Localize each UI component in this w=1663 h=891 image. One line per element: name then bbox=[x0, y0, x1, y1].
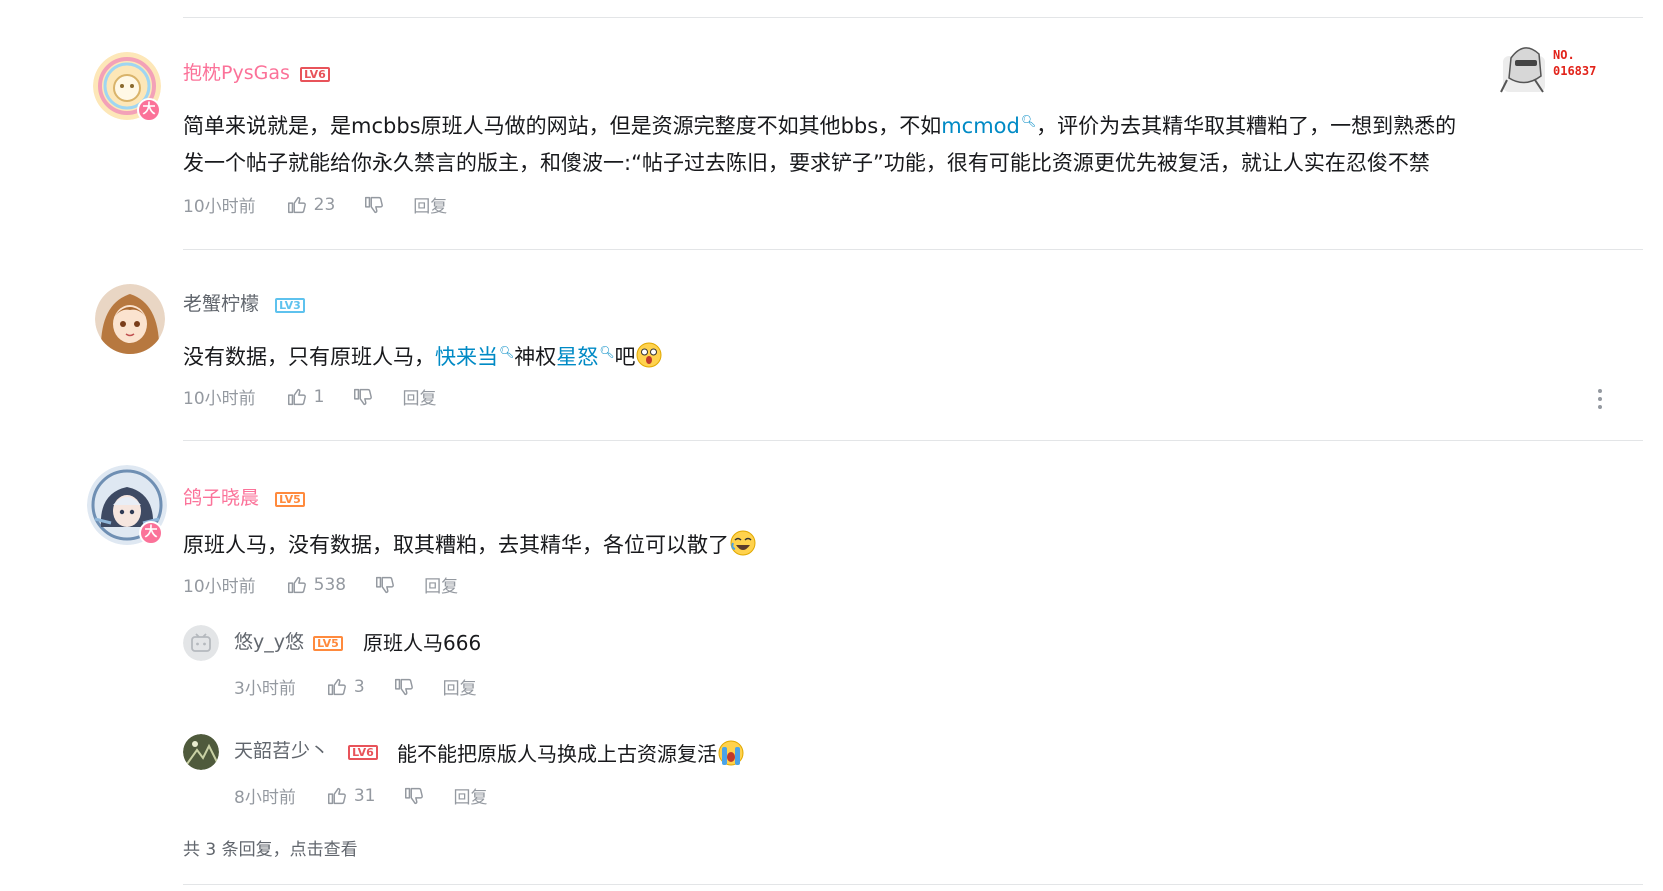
comment-text: 简单来说就是，是mcbbs原班人马做的网站，但是资源完整度不如其他bbs，不如m… bbox=[183, 103, 1628, 182]
like-button[interactable]: 23 bbox=[286, 194, 336, 216]
like-button[interactable]: 3 bbox=[326, 676, 365, 698]
crying-emoji-icon bbox=[718, 740, 744, 766]
thumbs-down-icon bbox=[376, 576, 395, 593]
comment-meta: 10小时前 538 回复 bbox=[183, 572, 458, 598]
text-segment: 神权 bbox=[514, 345, 557, 369]
level-badge: LV3 bbox=[275, 298, 305, 313]
reply-meta: 8小时前 31 回复 bbox=[234, 783, 487, 809]
comment-time: 10小时前 bbox=[183, 197, 256, 217]
username[interactable]: 鸽子晓晨 bbox=[183, 486, 259, 510]
thumbs-up-icon bbox=[287, 196, 306, 213]
vip-badge: 大 bbox=[139, 521, 163, 545]
shocked-emoji-icon bbox=[636, 342, 662, 368]
like-count: 31 bbox=[353, 785, 376, 806]
text-segment: ，评价为去其精华取其糟粕了，一想到熟悉的 bbox=[1036, 114, 1457, 138]
text-segment: 发一个帖子就能给你永久禁言的版主，和傻波一:“帖子过去陈旧，要求铲子”功能，很有… bbox=[183, 151, 1430, 175]
comment-time: 10小时前 bbox=[183, 577, 256, 597]
avatar[interactable] bbox=[95, 284, 165, 354]
comment-divider bbox=[183, 440, 1643, 441]
level-badge: LV6 bbox=[348, 745, 378, 760]
search-keyword-icon: 🔍︎ bbox=[599, 345, 615, 359]
level-badge: LV5 bbox=[275, 492, 305, 507]
reply-button[interactable]: 回复 bbox=[443, 674, 477, 699]
reply-text: 能不能把原版人马换成上古资源复活 bbox=[397, 739, 745, 767]
reply-meta: 3小时前 3 回复 bbox=[234, 674, 477, 700]
reply-time: 8小时前 bbox=[234, 788, 296, 808]
dislike-button[interactable] bbox=[374, 574, 396, 596]
thumbs-down-icon bbox=[365, 196, 384, 213]
username[interactable]: 老蟹柠檬 bbox=[183, 292, 259, 316]
decoration-no-label: NO. bbox=[1553, 48, 1575, 62]
view-more-replies[interactable]: 共 3 条回复，点击查看 bbox=[183, 835, 358, 860]
text-segment: 简单来说就是，是mcbbs原班人马做的网站，但是资源完整度不如其他bbs，不如 bbox=[183, 114, 942, 138]
like-button[interactable]: 31 bbox=[326, 785, 376, 807]
reply-time: 3小时前 bbox=[234, 679, 296, 699]
comment-text: 没有数据，只有原班人马，快来当🔍︎神权星怒🔍︎吧 bbox=[183, 334, 663, 376]
thumbs-down-icon bbox=[394, 678, 413, 695]
like-button[interactable]: 538 bbox=[286, 574, 346, 596]
like-count: 3 bbox=[353, 676, 365, 697]
thumbs-down-icon bbox=[354, 388, 373, 405]
username[interactable]: 天韶苕少丶 bbox=[234, 739, 329, 763]
fan-decoration[interactable]: NO. 016837 bbox=[1497, 36, 1622, 94]
search-keyword-icon: 🔍︎ bbox=[499, 345, 515, 359]
laughing-emoji-icon bbox=[730, 530, 756, 556]
dislike-button[interactable] bbox=[363, 194, 385, 216]
like-count: 23 bbox=[313, 194, 336, 215]
comment-text: 原班人马，没有数据，取其糟粕，去其精华，各位可以散了 bbox=[183, 527, 757, 564]
avatar[interactable] bbox=[183, 625, 219, 661]
comment-time: 10小时前 bbox=[183, 389, 256, 409]
reply-button[interactable]: 回复 bbox=[453, 783, 487, 808]
keyword-link[interactable]: 星怒 bbox=[556, 345, 598, 369]
text-segment: 没有数据，只有原班人马， bbox=[183, 345, 435, 369]
keyword-link[interactable]: mcmod bbox=[941, 114, 1020, 138]
dislike-button[interactable] bbox=[393, 676, 415, 698]
text-segment: 能不能把原版人马换成上古资源复活 bbox=[397, 742, 717, 766]
level-badge: LV5 bbox=[313, 636, 343, 651]
thumbs-up-icon bbox=[327, 787, 346, 804]
username[interactable]: 悠y_y悠 bbox=[234, 630, 304, 654]
reply-button[interactable]: 回复 bbox=[402, 384, 436, 409]
thumbs-down-icon bbox=[405, 787, 424, 804]
thumbs-up-icon bbox=[287, 388, 306, 405]
dislike-button[interactable] bbox=[352, 386, 374, 408]
reply-button[interactable]: 回复 bbox=[413, 192, 447, 217]
username[interactable]: 抱枕PysGas bbox=[183, 61, 290, 85]
like-count: 538 bbox=[313, 574, 347, 595]
comment-meta: 10小时前 1 回复 bbox=[183, 384, 436, 410]
like-count: 1 bbox=[313, 386, 325, 407]
thumbs-up-icon bbox=[327, 678, 346, 695]
top-divider bbox=[183, 17, 1643, 18]
vip-badge: 大 bbox=[137, 98, 161, 122]
search-keyword-icon: 🔍︎ bbox=[1020, 114, 1037, 128]
like-button[interactable]: 1 bbox=[286, 386, 325, 408]
text-segment: 吧 bbox=[614, 345, 636, 369]
decoration-number: 016837 bbox=[1553, 64, 1597, 78]
dislike-button[interactable] bbox=[403, 785, 425, 807]
reply-button[interactable]: 回复 bbox=[424, 572, 458, 597]
reply-text: 原班人马666 bbox=[363, 631, 482, 655]
comment-divider bbox=[183, 249, 1643, 250]
comment-meta: 10小时前 23 回复 bbox=[183, 192, 447, 218]
text-segment: 原班人马，没有数据，取其糟粕，去其精华，各位可以散了 bbox=[183, 533, 729, 557]
thumbs-up-icon bbox=[287, 576, 306, 593]
bottom-divider bbox=[183, 884, 1643, 885]
keyword-link[interactable]: 快来当 bbox=[435, 345, 498, 369]
level-badge: LV6 bbox=[300, 67, 330, 82]
avatar[interactable] bbox=[183, 734, 219, 770]
more-vertical-icon[interactable] bbox=[1597, 388, 1603, 410]
